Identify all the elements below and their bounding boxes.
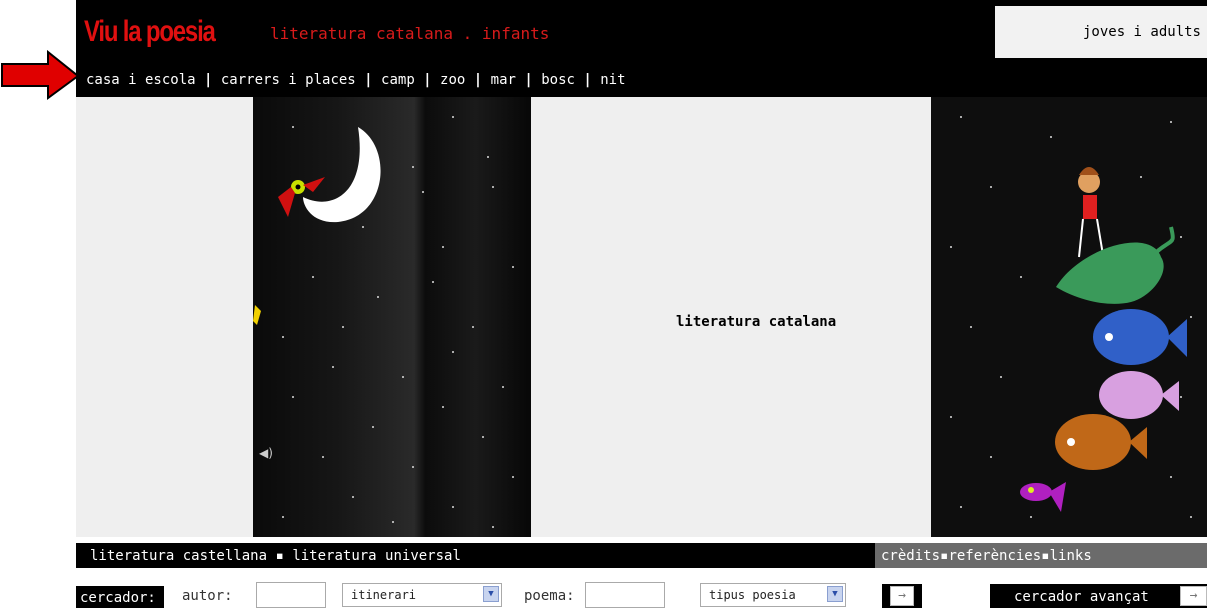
search-go-button[interactable]: → <box>882 584 922 608</box>
poem-label: poema: <box>524 588 575 604</box>
moon-bird-illustration: ◀) <box>253 116 514 528</box>
center-title: literatura catalana <box>676 314 837 330</box>
audience-link-joves[interactable]: joves i adults <box>995 6 1207 58</box>
site-logo[interactable]: Viu la poesia <box>84 14 216 50</box>
footer-separator: ▪ <box>267 548 293 564</box>
link-credits[interactable]: crèdits <box>881 548 940 564</box>
red-arrow-icon <box>1 50 80 100</box>
category-nav: casa i escola | carrers i places | camp … <box>86 70 626 90</box>
arrow-right-icon: → <box>1189 588 1198 603</box>
itinerary-select-value: itinerari <box>351 588 417 602</box>
nav-item-nit[interactable]: nit <box>600 72 625 88</box>
nav-separator: | <box>574 72 601 88</box>
advanced-search-go-button[interactable]: → <box>1180 586 1207 606</box>
night-animation-panel[interactable]: ◀) <box>253 97 531 537</box>
nav-separator: | <box>515 72 542 88</box>
nav-item-mar[interactable]: mar <box>491 72 516 88</box>
arrow-right-icon: → <box>890 586 914 606</box>
nav-item-bosc[interactable]: bosc <box>541 72 575 88</box>
nav-separator: | <box>195 72 221 88</box>
nav-item-camp[interactable]: camp <box>381 72 415 88</box>
footer-separator: ▪ <box>1041 548 1050 564</box>
footer-left-links: literatura castellana ▪ literatura unive… <box>90 546 461 566</box>
advanced-search-link[interactable]: cercador avançat <box>1014 587 1149 607</box>
poem-input[interactable] <box>585 582 665 608</box>
nav-separator: | <box>465 72 491 88</box>
link-literatura-universal[interactable]: literatura universal <box>292 548 461 564</box>
nav-item-carrers-i-places[interactable]: carrers i places <box>221 72 356 88</box>
link-literatura-castellana[interactable]: literatura castellana <box>90 548 267 564</box>
section-subtitle: literatura catalana . infants <box>270 24 550 43</box>
nav-separator: | <box>414 72 441 88</box>
fish-stack-animation-panel[interactable] <box>931 97 1207 537</box>
chevron-down-icon[interactable]: ▼ <box>827 586 843 602</box>
link-links[interactable]: links <box>1050 548 1092 564</box>
itinerary-select[interactable]: itinerari ▼ <box>342 583 502 607</box>
nav-separator: | <box>355 72 382 88</box>
author-input[interactable] <box>256 582 326 608</box>
author-label: autor: <box>182 588 233 604</box>
chevron-down-icon[interactable]: ▼ <box>483 586 499 602</box>
nav-item-casa-i-escola[interactable]: casa i escola <box>86 72 196 88</box>
link-referencies[interactable]: referències <box>948 548 1041 564</box>
poem-type-select[interactable]: tipus poesia ▼ <box>700 583 846 607</box>
poem-type-select-value: tipus poesia <box>709 588 796 602</box>
search-label: cercador: <box>76 586 164 608</box>
fish-girl-illustration <box>950 116 1192 518</box>
nav-item-zoo[interactable]: zoo <box>440 72 465 88</box>
svg-text:◀): ◀) <box>259 446 273 460</box>
footer-right-links: crèdits▪referències▪links <box>881 546 1092 566</box>
